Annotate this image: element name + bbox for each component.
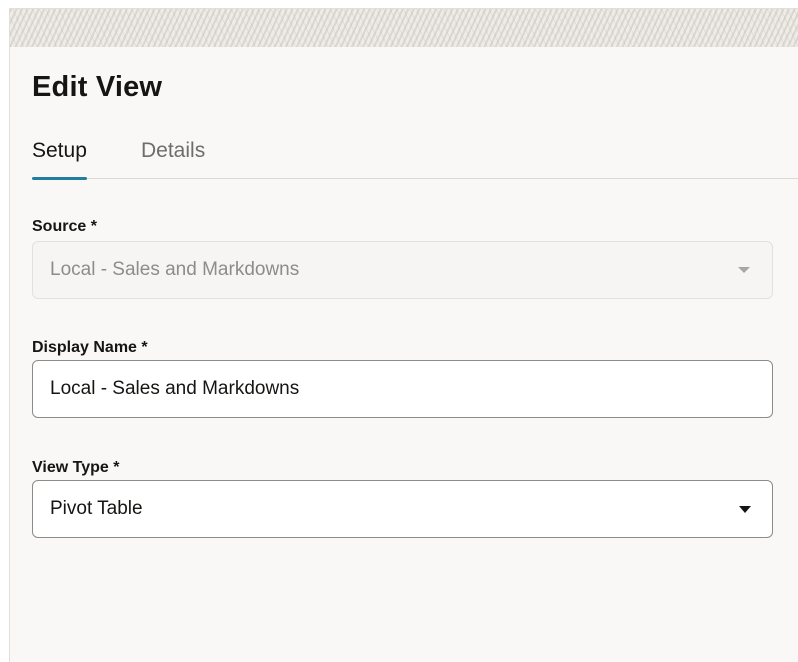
tab-details[interactable]: Details (141, 135, 205, 179)
chevron-down-icon[interactable] (739, 506, 751, 513)
view-type-label: View Type * (32, 459, 120, 476)
header-texture (10, 9, 798, 47)
view-type-value: Pivot Table (50, 498, 143, 519)
display-name-value: Local - Sales and Markdowns (50, 378, 300, 399)
source-select-value: Local - Sales and Markdowns (50, 259, 300, 280)
tab-bar: Setup Details (32, 135, 798, 180)
source-select: Local - Sales and Markdowns (32, 241, 773, 299)
source-label: Source * (32, 218, 97, 235)
tab-setup[interactable]: Setup (32, 135, 87, 180)
display-name-label: Display Name * (32, 339, 148, 356)
view-type-select[interactable]: Pivot Table (32, 480, 773, 538)
edit-view-panel: Edit View Setup Details Source * Local -… (9, 8, 798, 662)
page-title: Edit View (32, 71, 163, 103)
display-name-input[interactable]: Local - Sales and Markdowns (32, 360, 773, 418)
chevron-down-icon (738, 267, 750, 273)
